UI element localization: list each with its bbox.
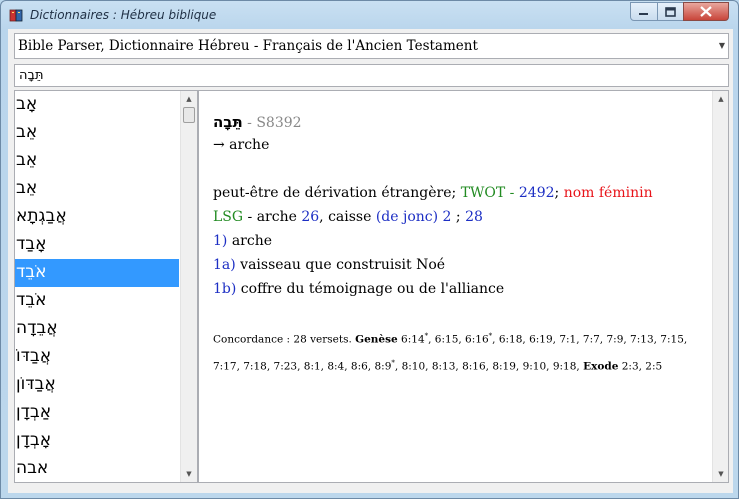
twot-separator: -: [505, 185, 519, 201]
exodus-refs[interactable]: 2:3, 2:5: [618, 360, 662, 372]
scroll-down-arrow-icon[interactable]: ▼: [713, 466, 728, 482]
strong-number[interactable]: S8392: [256, 115, 301, 131]
minimize-button[interactable]: [630, 2, 658, 21]
word-list[interactable]: אָב אֵב אֵב אֵב אֲבַגְתָא אָבַד אֹבֵד אֹבֵד אֲבֵ…: [14, 90, 198, 483]
origin-semicolon: ;: [554, 185, 564, 201]
definition-1a-number: 1a): [213, 257, 236, 273]
entry-header: תֵּבָה - S8392: [213, 113, 302, 131]
word-list-item[interactable]: אֹבֵד: [15, 259, 179, 287]
client-area: Bible Parser, Dictionnaire Hébreu - Fran…: [8, 29, 733, 493]
book-genesis: Genèse: [355, 333, 398, 346]
word-list-item[interactable]: אֲבֵדָה: [15, 315, 179, 343]
entry-panel: תֵּבָה - S8392 → arche peut-être de déri…: [198, 90, 729, 483]
definition-1a-text: vaisseau que construisit Noé: [235, 257, 446, 273]
word-list-scrollbar[interactable]: ▲ ▼: [180, 91, 197, 482]
concordance-intro: Concordance : 28 versets.: [213, 333, 356, 346]
word-list-item[interactable]: אָבְדָן: [15, 427, 179, 455]
lsg-text-2: , caisse: [319, 209, 376, 225]
lsg-count-1: 26: [301, 209, 320, 225]
scroll-up-arrow-icon[interactable]: ▲: [181, 91, 197, 107]
genesis-refs-2[interactable]: , 6:15, 6:16: [428, 334, 489, 346]
close-icon: [700, 6, 712, 17]
dictionary-select[interactable]: Bible Parser, Dictionnaire Hébreu - Fran…: [14, 33, 729, 59]
title-bar[interactable]: Dictionnaires : Hébreu biblique: [1, 1, 738, 29]
origin-text: peut-être de dérivation étrangère;: [213, 185, 461, 201]
lsg-line: LSG - arche 26, caisse (de jonc) 2 ; 28: [213, 209, 483, 225]
window-title: Dictionnaires : Hébreu biblique: [30, 8, 217, 22]
close-button[interactable]: [683, 2, 729, 21]
book-icon: [9, 9, 23, 22]
dictionary-window: Dictionnaires : Hébreu biblique Bible Pa…: [0, 0, 739, 499]
scroll-down-arrow-icon[interactable]: ▼: [181, 466, 197, 482]
entry-word: תֵּבָה: [213, 113, 243, 131]
definition-1: 1) arche: [213, 233, 272, 249]
definition-1a: 1a) vaisseau que construisit Noé: [213, 257, 445, 273]
definition-1b: 1b) coffre du témoignage ou de l'allianc…: [213, 281, 504, 297]
word-list-item[interactable]: אֵב: [15, 147, 179, 175]
part-of-speech: nom féminin: [563, 185, 653, 201]
minimize-icon: [639, 12, 648, 15]
maximize-icon: [665, 6, 676, 17]
concordance: Concordance : 28 versets. Genèse 6:14*, …: [213, 325, 713, 378]
word-list-item[interactable]: אֹבֵד: [15, 287, 179, 315]
definition-1-number: 1): [213, 233, 228, 249]
scroll-up-arrow-icon[interactable]: ▲: [713, 91, 728, 107]
book-exodus: Exode: [583, 360, 619, 372]
word-list-item[interactable]: אַבְדָן: [15, 399, 179, 427]
entry-gloss: → arche: [213, 137, 270, 153]
twot-number[interactable]: 2492: [519, 185, 555, 201]
word-list-item[interactable]: אֲבַגְתָא: [15, 203, 179, 231]
lsg-total: 28: [465, 209, 483, 225]
lsg-text-1: - arche: [243, 209, 302, 225]
entry-scrollbar[interactable]: ▲ ▼: [712, 91, 728, 482]
word-list-item[interactable]: אֵב: [15, 119, 179, 147]
maximize-button[interactable]: [657, 2, 684, 21]
word-list-item[interactable]: אָבַד: [15, 231, 179, 259]
definition-1b-number: 1b): [213, 281, 237, 297]
word-list-item[interactable]: אֵב: [15, 175, 179, 203]
dictionary-select-value: Bible Parser, Dictionnaire Hébreu - Fran…: [18, 38, 478, 54]
search-input[interactable]: [14, 64, 729, 87]
lsg-text-3: ;: [451, 209, 466, 225]
definition-1b-text: coffre du témoignage ou de l'alliance: [236, 281, 505, 297]
lsg-count-2: 2: [438, 209, 452, 225]
lsg-note: (de jonc): [375, 209, 439, 225]
word-list-item[interactable]: אֲבַדּוֹ: [15, 343, 179, 371]
scroll-thumb[interactable]: [183, 107, 195, 123]
word-list-item[interactable]: אֲבַדּוֹן: [15, 371, 179, 399]
entry-separator: -: [242, 115, 257, 131]
definition-1-text: arche: [227, 233, 273, 249]
genesis-refs-1[interactable]: 6:14: [398, 334, 425, 346]
origin-line: peut-être de dérivation étrangère; TWOT …: [213, 185, 653, 201]
lsg-label: LSG: [213, 209, 244, 225]
word-list-item[interactable]: אָב: [15, 91, 179, 119]
chevron-down-icon[interactable]: ▼: [719, 41, 725, 50]
twot-label: TWOT: [460, 185, 506, 201]
genesis-refs-4[interactable]: , 8:10, 8:13, 8:16, 8:19, 9:10, 9:18,: [395, 360, 583, 372]
word-list-item[interactable]: אבה: [15, 455, 179, 482]
